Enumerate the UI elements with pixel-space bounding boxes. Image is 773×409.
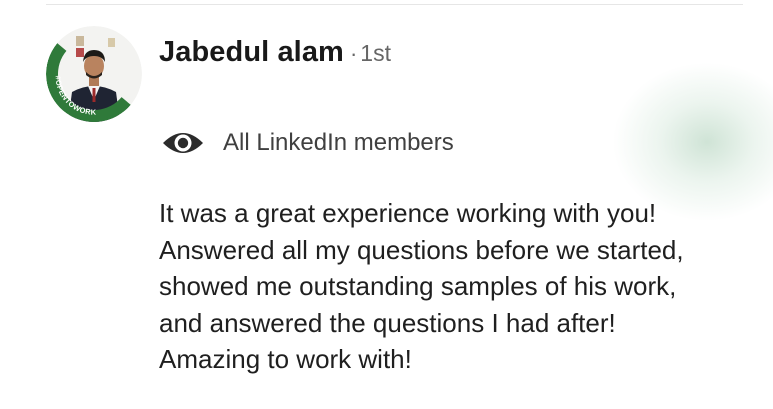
author-header: Jabedul alam · 1st [159,36,391,76]
recommendation-line: and answered the questions I had after! [159,307,616,338]
recommendation-line: Amazing to work with! [159,344,412,374]
recommendation-card: #OPENTOWORK Jabedul alam · 1st All Linke… [0,0,773,409]
recommendation-line: It was a great experience working with y… [159,198,657,228]
visibility-label: All LinkedIn members [223,129,454,156]
connection-degree: 1st [360,40,391,66]
eye-icon [161,129,205,157]
recommendation-text: It was a great experience working with y… [159,195,759,378]
recommendation-line: Answered all my questions before we star… [159,234,684,265]
separator-dot: · [349,41,358,66]
visibility-setting: All LinkedIn members [161,126,454,160]
avatar[interactable]: #OPENTOWORK [46,26,142,122]
top-divider [46,4,743,5]
recommendation-line: showed me outstanding samples of his wor… [159,271,677,301]
author-name[interactable]: Jabedul alam [159,36,344,69]
